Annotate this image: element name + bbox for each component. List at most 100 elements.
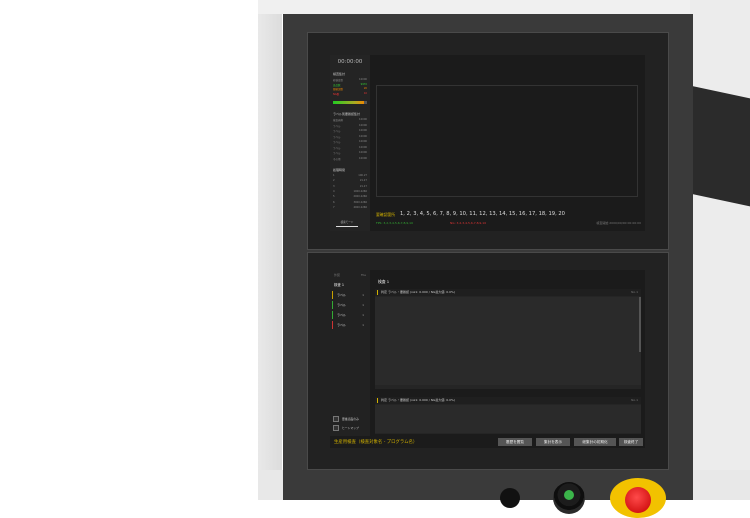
stat-value: 21.27 [359, 179, 367, 183]
panel-index: No.1 [631, 398, 638, 402]
inspection-graph-area [376, 85, 638, 197]
view-history-button[interactable]: 履歴を閲覧 [498, 438, 532, 446]
stat-label: 5 [333, 195, 335, 199]
stat-row: 2 21.27 [333, 179, 367, 183]
stat-row: 要確認数 20 [333, 87, 367, 91]
bottom-screen: 外装 File 検査 1 ラベル 1 ラベル 1 ラベル 1 ラベル 1 要確認品のみ ヒート… [330, 270, 645, 448]
stat-value: 10000 [359, 78, 367, 81]
stat-label: 7 [333, 205, 335, 209]
stat-row: その他 10000 [333, 157, 367, 161]
label-list-item[interactable]: ラベル 1 [332, 321, 366, 329]
result-image-area [375, 405, 641, 433]
checkbox-label: ヒートマップ [342, 426, 359, 430]
summary-numbers: 1, 2, 3, 4, 5, 6, 7, 8, 9, 10, 11, 12, 1… [400, 211, 565, 217]
marker-icon [377, 289, 378, 295]
heatmap-checkbox[interactable]: ヒートマップ [333, 425, 369, 431]
stat-value: 10000 [359, 156, 367, 160]
section-label-totals-title: ラベル別要確認集計 [333, 112, 361, 116]
show-totals-button[interactable]: 集計を表示 [536, 438, 570, 446]
status-text: 生産用検査（検査対象名 - プログラム名） [334, 440, 418, 445]
label-name: ラベル [337, 323, 347, 327]
stat-value: 1000.2266 [353, 189, 367, 193]
stat-label: ラベル [333, 152, 341, 155]
machine-housing-right [690, 0, 750, 500]
stat-label: NG数 [333, 92, 340, 96]
top-screen: 00:00:00 検査集計 総検査数 10000 良品数 9970 要確認数 20 NG数 1… [330, 55, 645, 231]
result-panel-header: 判定 ラベル・要確認 (x≥1: 0.000 / NG最大値: 0.0%) No… [375, 397, 641, 404]
result-panel-header: 判定 ラベル・要確認 (x≥1: 0.000 / NG最大値: 0.0%) No… [375, 289, 641, 296]
machine-housing-side [258, 0, 282, 500]
label-count: 1 [362, 293, 364, 297]
stat-row: 1 100.27 [333, 174, 367, 178]
stat-value: 100.27 [358, 174, 367, 177]
stats-sidebar: 00:00:00 検査集計 総検査数 10000 良品数 9970 要確認数 20 NG数 1… [330, 55, 370, 231]
mode-tab-button[interactable]: 検査モード [336, 220, 358, 227]
stat-value: 21.27 [359, 184, 367, 188]
section-inspection-totals-title: 検査集計 [333, 72, 346, 76]
stat-row: 総検査数 10000 [333, 78, 367, 82]
result-panel-2: 判定 ラベル・要確認 (x≥1: 0.000 / NG最大値: 0.0%) No… [375, 397, 641, 434]
label-name: ラベル [337, 303, 347, 307]
main-panel-title: 検査 1 [378, 279, 390, 284]
stat-label: ラベル [333, 135, 341, 139]
end-inspection-button[interactable]: 検査終了 [619, 438, 643, 446]
stat-value: 10000 [359, 118, 367, 121]
stat-row: ラベル 10000 [333, 135, 367, 139]
stat-value: 10000 [359, 140, 367, 143]
label-list-item[interactable]: ラベル 1 [332, 301, 366, 309]
label-name: ラベル [337, 313, 347, 317]
checkbox-label: 要確認品のみ [342, 417, 359, 421]
stat-value: 3000.2266 [353, 200, 367, 204]
stat-value: 10000 [359, 134, 367, 138]
stat-row: NG数 10 [333, 92, 367, 96]
stat-row: ラベル 10000 [333, 140, 367, 144]
summary-label: 要確認箇所 [376, 212, 395, 217]
stat-row: 3 21.27 [333, 185, 367, 189]
stat-label: 検査画像 [333, 119, 344, 122]
checkbox-box [333, 425, 339, 431]
section-processing-time-title: 処理時間 [333, 168, 346, 172]
stat-row: 7 4000.2266 [333, 206, 367, 210]
start-pushbutton[interactable] [553, 482, 585, 514]
stat-row: 検査画像 10000 [333, 118, 367, 122]
stat-row: 5 2000.2266 [333, 195, 367, 199]
stat-label: 6 [333, 200, 335, 204]
stat-label: ラベル [333, 146, 341, 150]
elapsed-timer: 00:00:00 [337, 59, 363, 65]
panel-index: No.1 [631, 290, 638, 294]
stat-value: 4000.2266 [353, 205, 367, 209]
label-list-item[interactable]: ラベル 1 [332, 291, 366, 299]
reset-totals-button[interactable]: 総集計の初期化 [574, 438, 616, 446]
panel-scrollbar[interactable] [639, 297, 641, 352]
stat-value: 10000 [359, 129, 367, 132]
stat-row: ラベル 10000 [333, 151, 367, 155]
selector-knob[interactable] [500, 488, 520, 508]
stat-value: 10000 [359, 145, 367, 149]
machine-conveyor-opening [692, 86, 750, 207]
stat-row: ラベル 10000 [333, 146, 367, 150]
inspection-start-timestamp: 検査開始 2000/00/00 00:00:00 [596, 221, 641, 225]
result-image-area [375, 297, 641, 385]
result-panel-1: 判定 ラベル・要確認 (x≥1: 0.000 / NG最大値: 0.0%) No… [375, 289, 641, 389]
label-count: 1 [362, 323, 364, 327]
label-name: ラベル [337, 293, 347, 297]
stat-label: 2 [333, 179, 335, 183]
label-count: 1 [362, 303, 364, 307]
stat-label: ラベル [333, 124, 341, 128]
filter-needs-check-checkbox[interactable]: 要確認品のみ [333, 416, 369, 422]
emergency-stop-button[interactable] [610, 478, 666, 518]
stat-label: 3 [333, 184, 335, 188]
machine-housing-top [258, 0, 750, 14]
stat-label: その他 [333, 157, 341, 161]
sidebar-header-left: 外装 [334, 273, 341, 277]
sub-info-red: NG: 3,2,3,4,5,6,7,8,9,10 [450, 221, 487, 225]
stat-row: ラベル 10000 [333, 124, 367, 128]
stat-label: ラベル [333, 130, 341, 133]
selected-inspection-title[interactable]: 検査 1 [334, 282, 344, 287]
label-list-item[interactable]: ラベル 1 [332, 311, 366, 319]
stat-value: 2000.2266 [353, 195, 367, 199]
stat-value: 10 [363, 91, 367, 95]
panel-header-text: 判定 ラベル・要確認 (x≥1: 0.000 / NG最大値: 0.0%) [381, 398, 456, 402]
pass-rate-bar [333, 101, 367, 104]
marker-icon [377, 397, 378, 403]
